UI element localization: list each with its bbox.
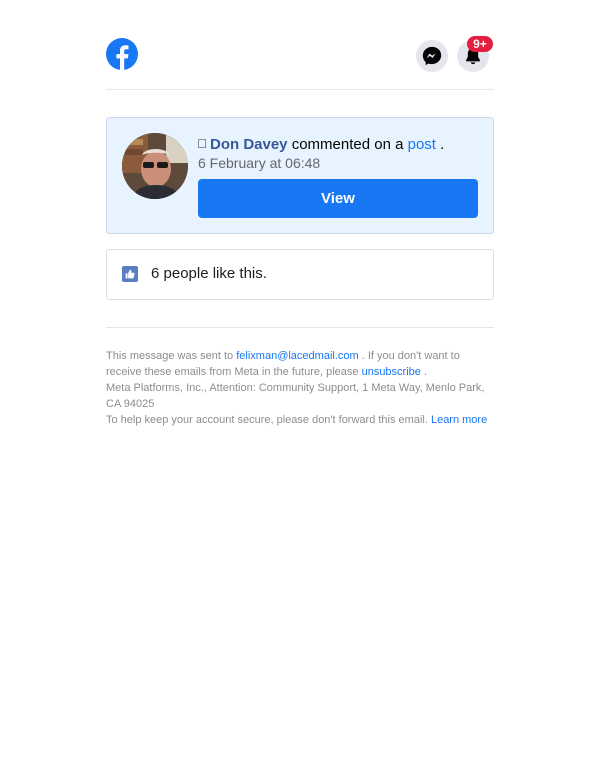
likes-count-text: 6 people like this. — [151, 265, 267, 282]
learn-more-link[interactable]: Learn more — [431, 414, 487, 426]
empty-checkbox-icon — [198, 139, 206, 148]
sent-to-text: This message was sent to — [106, 350, 234, 362]
security-note-line: To help keep your account secure, please… — [106, 412, 494, 428]
footer-divider — [106, 327, 494, 328]
avatar[interactable] — [122, 133, 188, 199]
notification-card: Don Davey commented on a post . 6 Februa… — [106, 117, 494, 234]
email-footer: This message was sent to felixman@lacedm… — [106, 348, 494, 428]
facebook-logo-icon[interactable] — [106, 38, 138, 70]
footer-recipient-line: This message was sent to felixman@lacedm… — [106, 348, 494, 380]
action-text: commented on a — [291, 136, 404, 153]
profile-photo — [122, 133, 188, 199]
notification-timestamp: 6 February at 06:48 — [198, 155, 321, 171]
company-address: Meta Platforms, Inc., Attention: Communi… — [106, 382, 485, 410]
recipient-email-link[interactable]: felixman@lacedmail.com — [236, 350, 358, 362]
security-note-text: To help keep your account secure, please… — [106, 414, 428, 426]
unsubscribe-suffix-text: . — [423, 366, 428, 378]
messenger-icon — [422, 46, 442, 66]
likes-box: 6 people like this. — [106, 249, 494, 300]
messenger-button[interactable] — [416, 40, 448, 72]
view-button[interactable]: View — [198, 179, 478, 218]
notification-text: Don Davey commented on a post . — [198, 135, 483, 155]
actor-name[interactable]: Don Davey — [210, 136, 288, 153]
thumbs-up-icon — [122, 266, 138, 282]
email-header: 9+ — [106, 36, 494, 90]
unsubscribe-link[interactable]: unsubscribe — [362, 366, 421, 378]
email-body: 9+ Don Davey commented on a post . 6 Feb… — [0, 0, 600, 768]
notification-count-badge: 9+ — [467, 36, 493, 52]
post-link[interactable]: post — [408, 136, 436, 153]
trailing-period: . — [440, 136, 445, 153]
